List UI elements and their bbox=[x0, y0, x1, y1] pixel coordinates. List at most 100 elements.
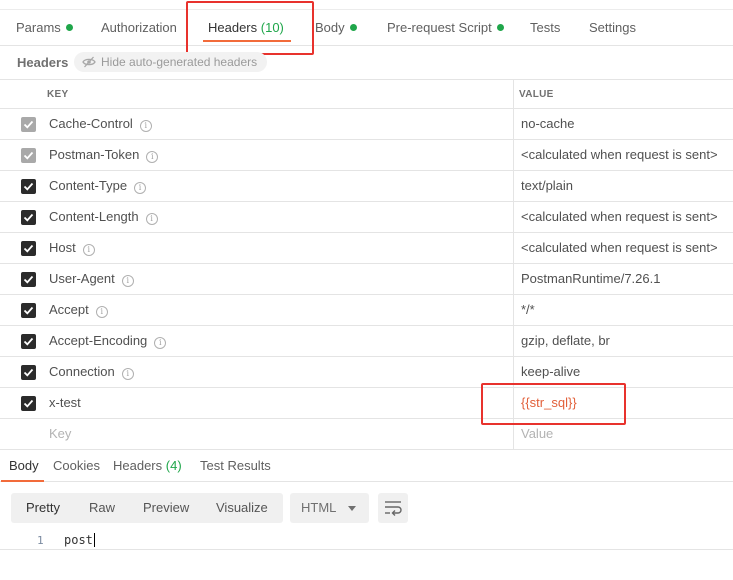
header-value[interactable]: <calculated when request is sent> bbox=[521, 140, 718, 170]
header-key[interactable]: Content-Length i bbox=[49, 202, 158, 232]
response-tab-cookies-label: Cookies bbox=[53, 458, 100, 473]
tab-authorization[interactable]: Authorization bbox=[101, 10, 177, 46]
row-checkbox[interactable] bbox=[21, 210, 36, 225]
column-header-key: KEY bbox=[47, 89, 69, 100]
checkmark-icon bbox=[23, 182, 34, 191]
tab-tests[interactable]: Tests bbox=[530, 10, 560, 46]
checkmark-icon bbox=[23, 244, 34, 253]
table-header: KEY VALUE bbox=[0, 79, 733, 109]
hide-auto-generated-label: Hide auto-generated headers bbox=[101, 55, 258, 69]
header-key-text: Postman-Token bbox=[49, 147, 140, 162]
header-value[interactable]: */* bbox=[521, 295, 535, 325]
checkmark-icon bbox=[23, 151, 34, 160]
header-value[interactable]: PostmanRuntime/7.26.1 bbox=[521, 264, 660, 294]
info-icon[interactable]: i bbox=[82, 244, 95, 256]
modified-dot-icon bbox=[65, 24, 73, 31]
header-key[interactable]: Cache-Control i bbox=[49, 109, 152, 139]
table-row: User-Agent i PostmanRuntime/7.26.1 bbox=[0, 264, 733, 295]
row-checkbox[interactable] bbox=[21, 334, 36, 349]
column-divider bbox=[513, 264, 514, 294]
response-body-editor[interactable]: 1 post bbox=[0, 530, 733, 550]
info-icon[interactable]: i bbox=[139, 120, 152, 132]
row-checkbox[interactable] bbox=[21, 148, 36, 163]
modified-dot-icon bbox=[496, 24, 504, 31]
wrap-lines-icon bbox=[385, 501, 402, 516]
header-key[interactable]: Host i bbox=[49, 233, 95, 263]
header-key[interactable]: Postman-Token i bbox=[49, 140, 159, 170]
info-icon[interactable]: i bbox=[95, 306, 108, 318]
header-value[interactable]: <calculated when request is sent> bbox=[521, 233, 718, 263]
row-checkbox[interactable] bbox=[21, 272, 36, 287]
checkmark-icon bbox=[23, 306, 34, 315]
row-checkbox[interactable] bbox=[21, 241, 36, 256]
info-icon[interactable]: i bbox=[145, 213, 158, 225]
table-row: Cache-Control i no-cache bbox=[0, 109, 733, 140]
column-divider bbox=[513, 233, 514, 263]
code-line[interactable]: post bbox=[64, 533, 95, 547]
view-mode-raw[interactable]: Raw bbox=[89, 493, 115, 523]
top-strip bbox=[0, 0, 733, 10]
row-checkbox[interactable] bbox=[21, 179, 36, 194]
view-mode-visualize[interactable]: Visualize bbox=[216, 493, 268, 523]
header-key[interactable]: Content-Type i bbox=[49, 171, 147, 201]
tab-tests-label: Tests bbox=[530, 20, 561, 35]
row-checkbox[interactable] bbox=[21, 117, 36, 132]
format-select[interactable]: HTML bbox=[290, 493, 369, 523]
header-key-text: Content-Type bbox=[49, 178, 128, 193]
header-key[interactable]: x-test bbox=[49, 388, 81, 418]
header-key[interactable]: Accept-Encoding i bbox=[49, 326, 167, 356]
wrap-lines-button[interactable] bbox=[378, 493, 408, 523]
info-icon[interactable]: i bbox=[134, 182, 147, 194]
view-mode-preview[interactable]: Preview bbox=[143, 493, 189, 523]
tab-params[interactable]: Params bbox=[16, 10, 73, 46]
format-select-value: HTML bbox=[301, 500, 337, 515]
checkmark-icon bbox=[23, 368, 34, 377]
header-value[interactable]: gzip, deflate, br bbox=[521, 326, 610, 356]
info-icon[interactable]: i bbox=[146, 151, 159, 163]
header-key-text: Accept-Encoding bbox=[49, 333, 148, 348]
header-key-text: Connection bbox=[49, 364, 115, 379]
header-value[interactable]: text/plain bbox=[521, 171, 573, 201]
view-mode-pretty[interactable]: Pretty bbox=[26, 493, 60, 523]
tab-body[interactable]: Body bbox=[315, 10, 357, 46]
active-tab-underline bbox=[203, 40, 291, 42]
header-value[interactable]: no-cache bbox=[521, 109, 574, 139]
hide-auto-generated-headers-button[interactable]: Hide auto-generated headers bbox=[74, 52, 268, 72]
new-value-input[interactable]: Value bbox=[521, 419, 553, 449]
tab-settings-label: Settings bbox=[589, 20, 636, 35]
row-checkbox[interactable] bbox=[21, 303, 36, 318]
tab-body-label: Body bbox=[315, 20, 345, 35]
active-tab-underline bbox=[1, 480, 44, 482]
response-tab-cookies[interactable]: Cookies bbox=[53, 450, 100, 482]
column-divider bbox=[513, 326, 514, 356]
header-key[interactable]: User-Agent i bbox=[49, 264, 134, 294]
tab-headers[interactable]: Headers (10) bbox=[203, 10, 291, 46]
info-icon[interactable]: i bbox=[121, 275, 134, 287]
header-value[interactable]: <calculated when request is sent> bbox=[521, 202, 718, 232]
tab-settings[interactable]: Settings bbox=[589, 10, 636, 46]
response-tab-headers[interactable]: Headers (4) bbox=[113, 450, 182, 482]
header-key-text: x-test bbox=[49, 395, 81, 410]
row-checkbox[interactable] bbox=[21, 396, 36, 411]
header-key[interactable]: Connection i bbox=[49, 357, 134, 387]
new-key-input[interactable]: Key bbox=[49, 419, 71, 449]
tab-authorization-label: Authorization bbox=[101, 20, 177, 35]
header-key-text: Cache-Control bbox=[49, 116, 133, 131]
table-row: Accept-Encoding i gzip, deflate, br bbox=[0, 326, 733, 357]
header-value-variable[interactable]: {{str_sql}} bbox=[521, 388, 577, 418]
response-tab-body[interactable]: Body bbox=[1, 450, 44, 482]
tab-pre-request-script[interactable]: Pre-request Script bbox=[387, 10, 504, 46]
column-divider bbox=[513, 109, 514, 139]
headers-table: KEY VALUE Cache-Control i no-cache Postma… bbox=[0, 79, 733, 450]
eye-off-icon bbox=[82, 56, 96, 68]
table-row: Accept i */* bbox=[0, 295, 733, 326]
info-icon[interactable]: i bbox=[121, 368, 134, 380]
response-tab-headers-count: (4) bbox=[165, 458, 182, 473]
row-checkbox[interactable] bbox=[21, 365, 36, 380]
response-tab-test-results[interactable]: Test Results bbox=[200, 450, 271, 482]
info-icon[interactable]: i bbox=[154, 337, 167, 349]
header-key[interactable]: Accept i bbox=[49, 295, 108, 325]
response-tab-test-results-label: Test Results bbox=[200, 458, 271, 473]
header-value[interactable]: keep-alive bbox=[521, 357, 580, 387]
chevron-down-icon bbox=[348, 506, 356, 511]
